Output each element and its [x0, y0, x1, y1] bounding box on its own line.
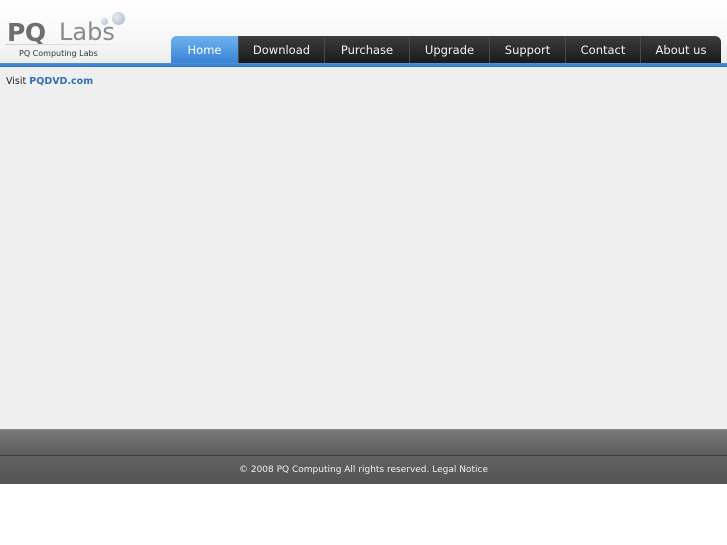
nav-item-purchase[interactable]: Purchase: [324, 36, 409, 63]
visit-line: Visit PQDVD.com: [6, 76, 93, 87]
legal-notice-link[interactable]: Legal Notice: [432, 465, 488, 475]
site-footer: © 2008 PQ Computing All rights reserved.…: [0, 456, 727, 484]
logo-tagline: PQ Computing Labs: [19, 49, 98, 58]
footer-top-band: [0, 429, 727, 455]
main-nav: Home Download Purchase Upgrade Support C…: [171, 36, 721, 63]
footer-text: © 2008 PQ Computing All rights reserved.…: [239, 465, 488, 475]
logo-dot-big-icon: [112, 12, 125, 25]
logo-dot-small-icon: [101, 18, 108, 25]
nav-item-support[interactable]: Support: [489, 36, 565, 63]
nav-item-about-us[interactable]: About us: [640, 36, 721, 63]
nav-item-upgrade[interactable]: Upgrade: [409, 36, 489, 63]
logo-mark: PQ: [7, 18, 46, 47]
copyright-text: © 2008 PQ Computing All rights reserved.: [238, 465, 430, 475]
site-header: PQ Labs PQ Computing Labs Home Download …: [0, 0, 727, 66]
nav-item-home[interactable]: Home: [171, 36, 238, 63]
pq-labs-logo[interactable]: PQ Labs PQ Computing Labs: [5, 10, 125, 62]
visit-prefix: Visit: [6, 76, 27, 87]
nav-item-contact[interactable]: Contact: [565, 36, 640, 63]
logo-divider: [5, 44, 117, 45]
main-content: Visit PQDVD.com: [0, 67, 727, 429]
nav-item-download[interactable]: Download: [238, 36, 324, 63]
pqdvd-link[interactable]: PQDVD.com: [29, 76, 93, 87]
